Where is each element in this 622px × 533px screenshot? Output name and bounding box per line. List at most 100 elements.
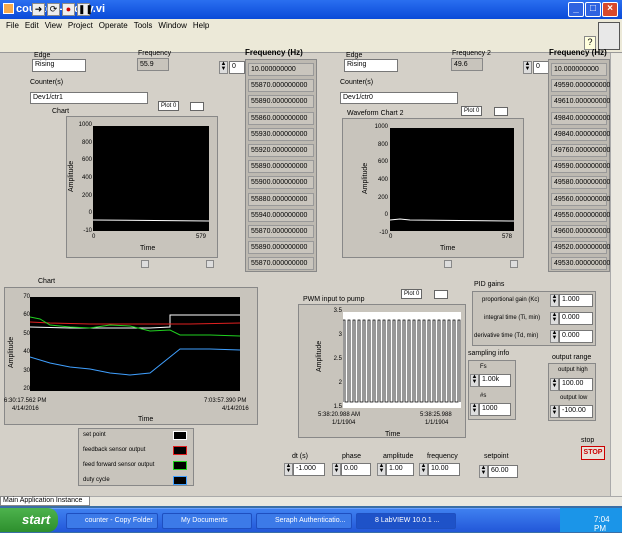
ns-spinner[interactable]: ▲ ▼: [470, 403, 479, 416]
task-labview[interactable]: 8 LabVIEW 10.0.1 ...: [356, 513, 456, 529]
array-element: 55890.000000000: [248, 160, 314, 174]
frequency-label-2: Frequency 2: [452, 50, 491, 57]
menu-project[interactable]: Project: [68, 21, 93, 30]
td-spinner[interactable]: ▲ ▼: [550, 330, 559, 343]
plot-legend[interactable]: Plot 0: [158, 101, 180, 111]
phase-spinner[interactable]: ▲ ▼: [332, 463, 341, 476]
ti-input[interactable]: 0.000: [559, 312, 593, 325]
menu-edit[interactable]: Edit: [25, 21, 39, 30]
menu-help[interactable]: Help: [193, 21, 209, 30]
sampling-title: sampling info: [468, 350, 510, 357]
set-point-swatch[interactable]: [173, 431, 187, 440]
abort-icon[interactable]: ●: [62, 3, 75, 16]
output-high-spinner[interactable]: ▲ ▼: [550, 378, 559, 391]
array-element: 49560.000000000: [551, 192, 610, 206]
frequency-spinner[interactable]: ▲ ▼: [419, 463, 428, 476]
ti-label: integral time (Ti, min): [484, 315, 541, 321]
duty-cycle-swatch[interactable]: [173, 476, 187, 485]
maximize-button[interactable]: □: [585, 2, 601, 17]
array-index-spinner-2[interactable]: ▲ ▼: [523, 61, 532, 74]
feedforward-swatch[interactable]: [173, 461, 187, 470]
array-element: 55920.000000000: [248, 144, 314, 157]
plot-swatch-2[interactable]: [494, 107, 508, 116]
pause-icon[interactable]: ❚❚: [77, 3, 93, 16]
ns-input[interactable]: 1000: [479, 403, 511, 416]
ti-spinner[interactable]: ▲ ▼: [550, 312, 559, 325]
amplitude-spinner[interactable]: ▲ ▼: [377, 463, 386, 476]
output-high-input[interactable]: 100.00: [559, 378, 593, 391]
setpoint-input[interactable]: 60.00: [488, 465, 518, 478]
run-continuously-icon[interactable]: ⟳: [47, 3, 60, 16]
menu-view[interactable]: View: [45, 21, 62, 30]
output-low-spinner[interactable]: ▲ ▼: [550, 405, 559, 418]
array-element: 49600.000000000: [551, 225, 610, 238]
amplitude-input[interactable]: 1.00: [386, 463, 414, 476]
dt-spinner[interactable]: ▲ ▼: [284, 463, 293, 476]
scroll-left-icon[interactable]: [141, 260, 149, 268]
output-low-input[interactable]: -100.00: [559, 405, 593, 418]
phase-input[interactable]: 0.00: [341, 463, 371, 476]
array-element: 55930.000000000: [248, 127, 314, 141]
phase-label: phase: [342, 453, 362, 460]
chart-plot-area-3: [29, 297, 241, 391]
task-counter-folder[interactable]: counter - Copy Folder: [66, 513, 158, 529]
y-tick-label: 400: [81, 175, 92, 181]
fs-spinner[interactable]: ▲ ▼: [470, 374, 479, 387]
counters-label: Counter(s): [30, 79, 64, 86]
array-element: 10.000000000: [248, 63, 314, 76]
array-element: 55870.000000000: [248, 225, 314, 238]
y-tick-label: 20: [23, 386, 30, 392]
task-my-documents[interactable]: My Documents: [162, 513, 252, 529]
edge-select[interactable]: Rising: [32, 59, 86, 72]
kc-input[interactable]: 1.000: [559, 294, 593, 307]
counter-select-2[interactable]: Dev1/ctr0: [340, 92, 458, 104]
pwm-plot-legend[interactable]: Plot 0: [401, 289, 423, 299]
setpoint-spinner[interactable]: ▲ ▼: [479, 465, 488, 478]
menu-file[interactable]: File: [6, 21, 19, 30]
menu-tools[interactable]: Tools: [134, 21, 153, 30]
array-element: 49520.000000000: [551, 241, 610, 255]
array-index[interactable]: 0: [229, 61, 245, 74]
menu-bar: File Edit View Project Operate Tools Window Hel…: [0, 19, 622, 33]
menu-operate[interactable]: Operate: [99, 21, 128, 30]
plot-legend-2[interactable]: Plot 0: [461, 106, 483, 116]
scroll-left-icon-2[interactable]: [444, 260, 452, 268]
vertical-scrollbar[interactable]: [610, 53, 622, 496]
y-tick-label: 40: [23, 349, 30, 356]
run-arrow-icon[interactable]: ➜: [32, 3, 45, 16]
frequency-input[interactable]: 10.00: [428, 463, 460, 476]
array-index-spinner[interactable]: ▲ ▼: [219, 61, 228, 74]
stop-button[interactable]: STOP: [581, 446, 605, 460]
fs-input[interactable]: 1.00k: [479, 374, 511, 387]
edge-label-2: Edge: [346, 52, 363, 59]
frequency-label: Frequency: [138, 50, 172, 57]
counter-select[interactable]: Dev1/ctr1: [30, 92, 148, 104]
y-tick-label: 1.5: [333, 404, 342, 410]
start-button[interactable]: start: [0, 508, 58, 532]
scroll-right-icon[interactable]: [206, 260, 214, 268]
kc-spinner[interactable]: ▲ ▼: [550, 294, 559, 307]
freq-array-title-2: Frequency (Hz): [549, 48, 607, 57]
system-tray: 7:04 PM: [560, 508, 622, 533]
dt-input[interactable]: -1.000: [293, 463, 325, 476]
pwm-x-start-time: 5:38:20.988 AM: [318, 412, 361, 418]
minimize-button[interactable]: _: [568, 2, 584, 17]
pwm-plot-swatch[interactable]: [434, 290, 448, 299]
horizontal-scrollbar[interactable]: [0, 496, 622, 506]
pwm-x-axis-label: Time: [385, 431, 401, 438]
task-seraph[interactable]: Seraph Authenticatio...: [256, 513, 352, 529]
feedback-swatch[interactable]: [173, 446, 187, 455]
x-end-time: 7:03:57.390 PM: [204, 398, 247, 404]
scroll-right-icon-2[interactable]: [510, 260, 518, 268]
y-tick-label: 400: [377, 177, 388, 183]
close-button[interactable]: ×: [602, 2, 618, 17]
pwm-x-end-time: 5:38:25.988: [420, 412, 452, 418]
td-input[interactable]: 0.000: [559, 330, 593, 343]
plot-swatch[interactable]: [190, 102, 204, 111]
edge-select-2[interactable]: Rising: [344, 59, 398, 72]
x-min-label: 0: [92, 234, 96, 240]
menu-window[interactable]: Window: [158, 21, 186, 30]
array-index-2[interactable]: 0: [533, 61, 549, 74]
x-start-date: 4/14/2016: [12, 406, 39, 412]
array-element: 55890.000000000: [248, 95, 314, 109]
